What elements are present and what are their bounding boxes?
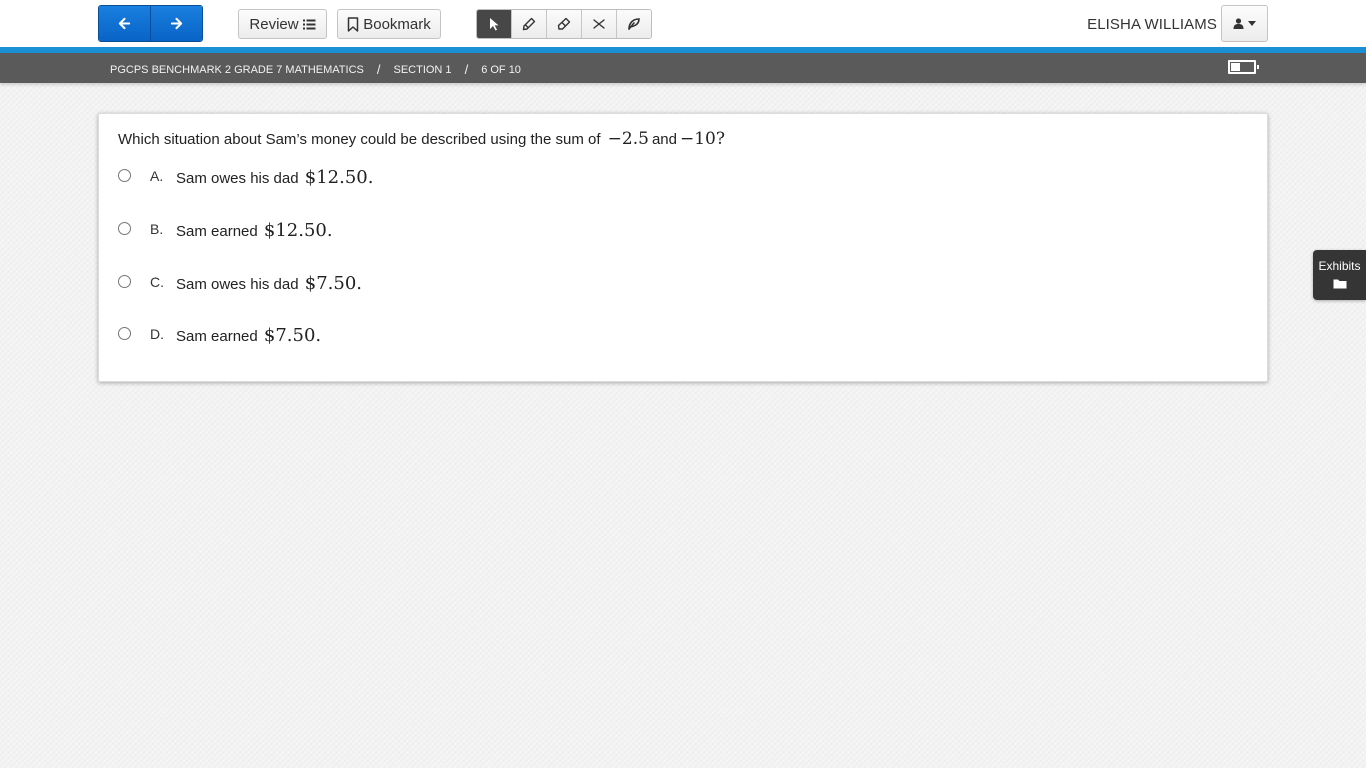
highlighter-icon: [522, 17, 536, 31]
review-label: Review: [249, 15, 299, 33]
previous-question-button[interactable]: [99, 6, 150, 41]
breadcrumb: PGCPS BENCHMARK 2 GRADE 7 MATHEMATICS / …: [110, 62, 521, 77]
eraser-tool-button[interactable]: [546, 10, 581, 38]
user-menu-button[interactable]: [1221, 5, 1268, 42]
answer-option-b[interactable]: B. Sam earned $12.50.: [118, 219, 718, 249]
breadcrumb-separator: /: [376, 62, 381, 77]
tool-group: [476, 9, 652, 39]
arrow-left-icon: [118, 17, 131, 30]
option-label: Sam earned: [176, 328, 258, 345]
user-icon: [1233, 18, 1244, 29]
folder-icon: [1333, 279, 1346, 289]
option-amount: $12.50.: [263, 220, 333, 241]
option-label: Sam earned: [176, 223, 258, 240]
option-letter: A.: [150, 168, 164, 184]
option-label: Sam owes his dad: [176, 276, 299, 293]
eraser-icon: [557, 17, 571, 30]
answer-eliminator-icon: [593, 19, 605, 29]
breadcrumb-bar: PGCPS BENCHMARK 2 GRADE 7 MATHEMATICS / …: [0, 53, 1366, 83]
answer-option-d[interactable]: D. Sam earned $7.50.: [118, 324, 718, 354]
battery-level: [1231, 63, 1240, 71]
option-amount: $7.50.: [304, 273, 363, 294]
option-letter: D.: [150, 326, 164, 342]
option-text: Sam owes his dad $12.50.: [176, 167, 376, 188]
answer-eliminator-tool-button[interactable]: [581, 10, 616, 38]
option-amount: $12.50.: [304, 167, 374, 188]
option-letter: B.: [150, 221, 164, 237]
review-button[interactable]: Review: [238, 9, 327, 39]
list-icon: [302, 19, 316, 29]
answer-option-c[interactable]: C. Sam owes his dad $7.50.: [118, 272, 718, 302]
pointer-tool-button[interactable]: [477, 10, 511, 38]
question-stem-text: Which situation about Sam’s money could …: [118, 131, 601, 148]
bookmark-icon: [347, 16, 359, 32]
option-amount: $7.50.: [263, 325, 322, 346]
breadcrumb-separator: /: [464, 62, 469, 77]
breadcrumb-section: SECTION 1: [393, 63, 452, 76]
breadcrumb-test-name: PGCPS BENCHMARK 2 GRADE 7 MATHEMATICS: [110, 63, 364, 76]
next-question-button[interactable]: [150, 6, 202, 41]
highlighter-tool-button[interactable]: [511, 10, 546, 38]
exhibits-button[interactable]: Exhibits: [1313, 250, 1366, 300]
answer-option-a[interactable]: A. Sam owes his dad $12.50.: [118, 166, 718, 196]
bookmark-button[interactable]: Bookmark: [337, 9, 441, 39]
option-d-radio[interactable]: [118, 327, 131, 340]
top-toolbar: Review Bookmark ELISHA WILLIAMS: [0, 0, 1366, 47]
math-value: −2.5: [607, 129, 649, 149]
battery-icon: [1228, 60, 1259, 74]
pointer-icon: [490, 18, 499, 31]
math-value: −10?: [679, 129, 725, 149]
question-card: Which situation about Sam’s money could …: [98, 113, 1268, 382]
caret-down-icon: [1248, 21, 1256, 26]
question-stem: Which situation about Sam’s money could …: [118, 129, 728, 149]
option-label: Sam owes his dad: [176, 170, 299, 187]
user-name: ELISHA WILLIAMS: [1087, 16, 1217, 33]
option-text: Sam earned $12.50.: [176, 220, 336, 241]
bookmark-label: Bookmark: [363, 15, 431, 33]
breadcrumb-position: 6 OF 10: [481, 63, 521, 76]
option-text: Sam earned $7.50.: [176, 325, 324, 346]
option-text: Sam owes his dad $7.50.: [176, 273, 365, 294]
option-letter: C.: [150, 274, 164, 290]
question-conjunction: and: [651, 131, 677, 148]
exhibits-label: Exhibits: [1318, 259, 1361, 273]
option-a-radio[interactable]: [118, 169, 131, 182]
arrow-right-icon: [170, 17, 183, 30]
line-reader-icon: [628, 18, 640, 30]
line-reader-tool-button[interactable]: [616, 10, 651, 38]
option-c-radio[interactable]: [118, 275, 131, 288]
navigation-buttons: [98, 5, 203, 42]
option-b-radio[interactable]: [118, 222, 131, 235]
